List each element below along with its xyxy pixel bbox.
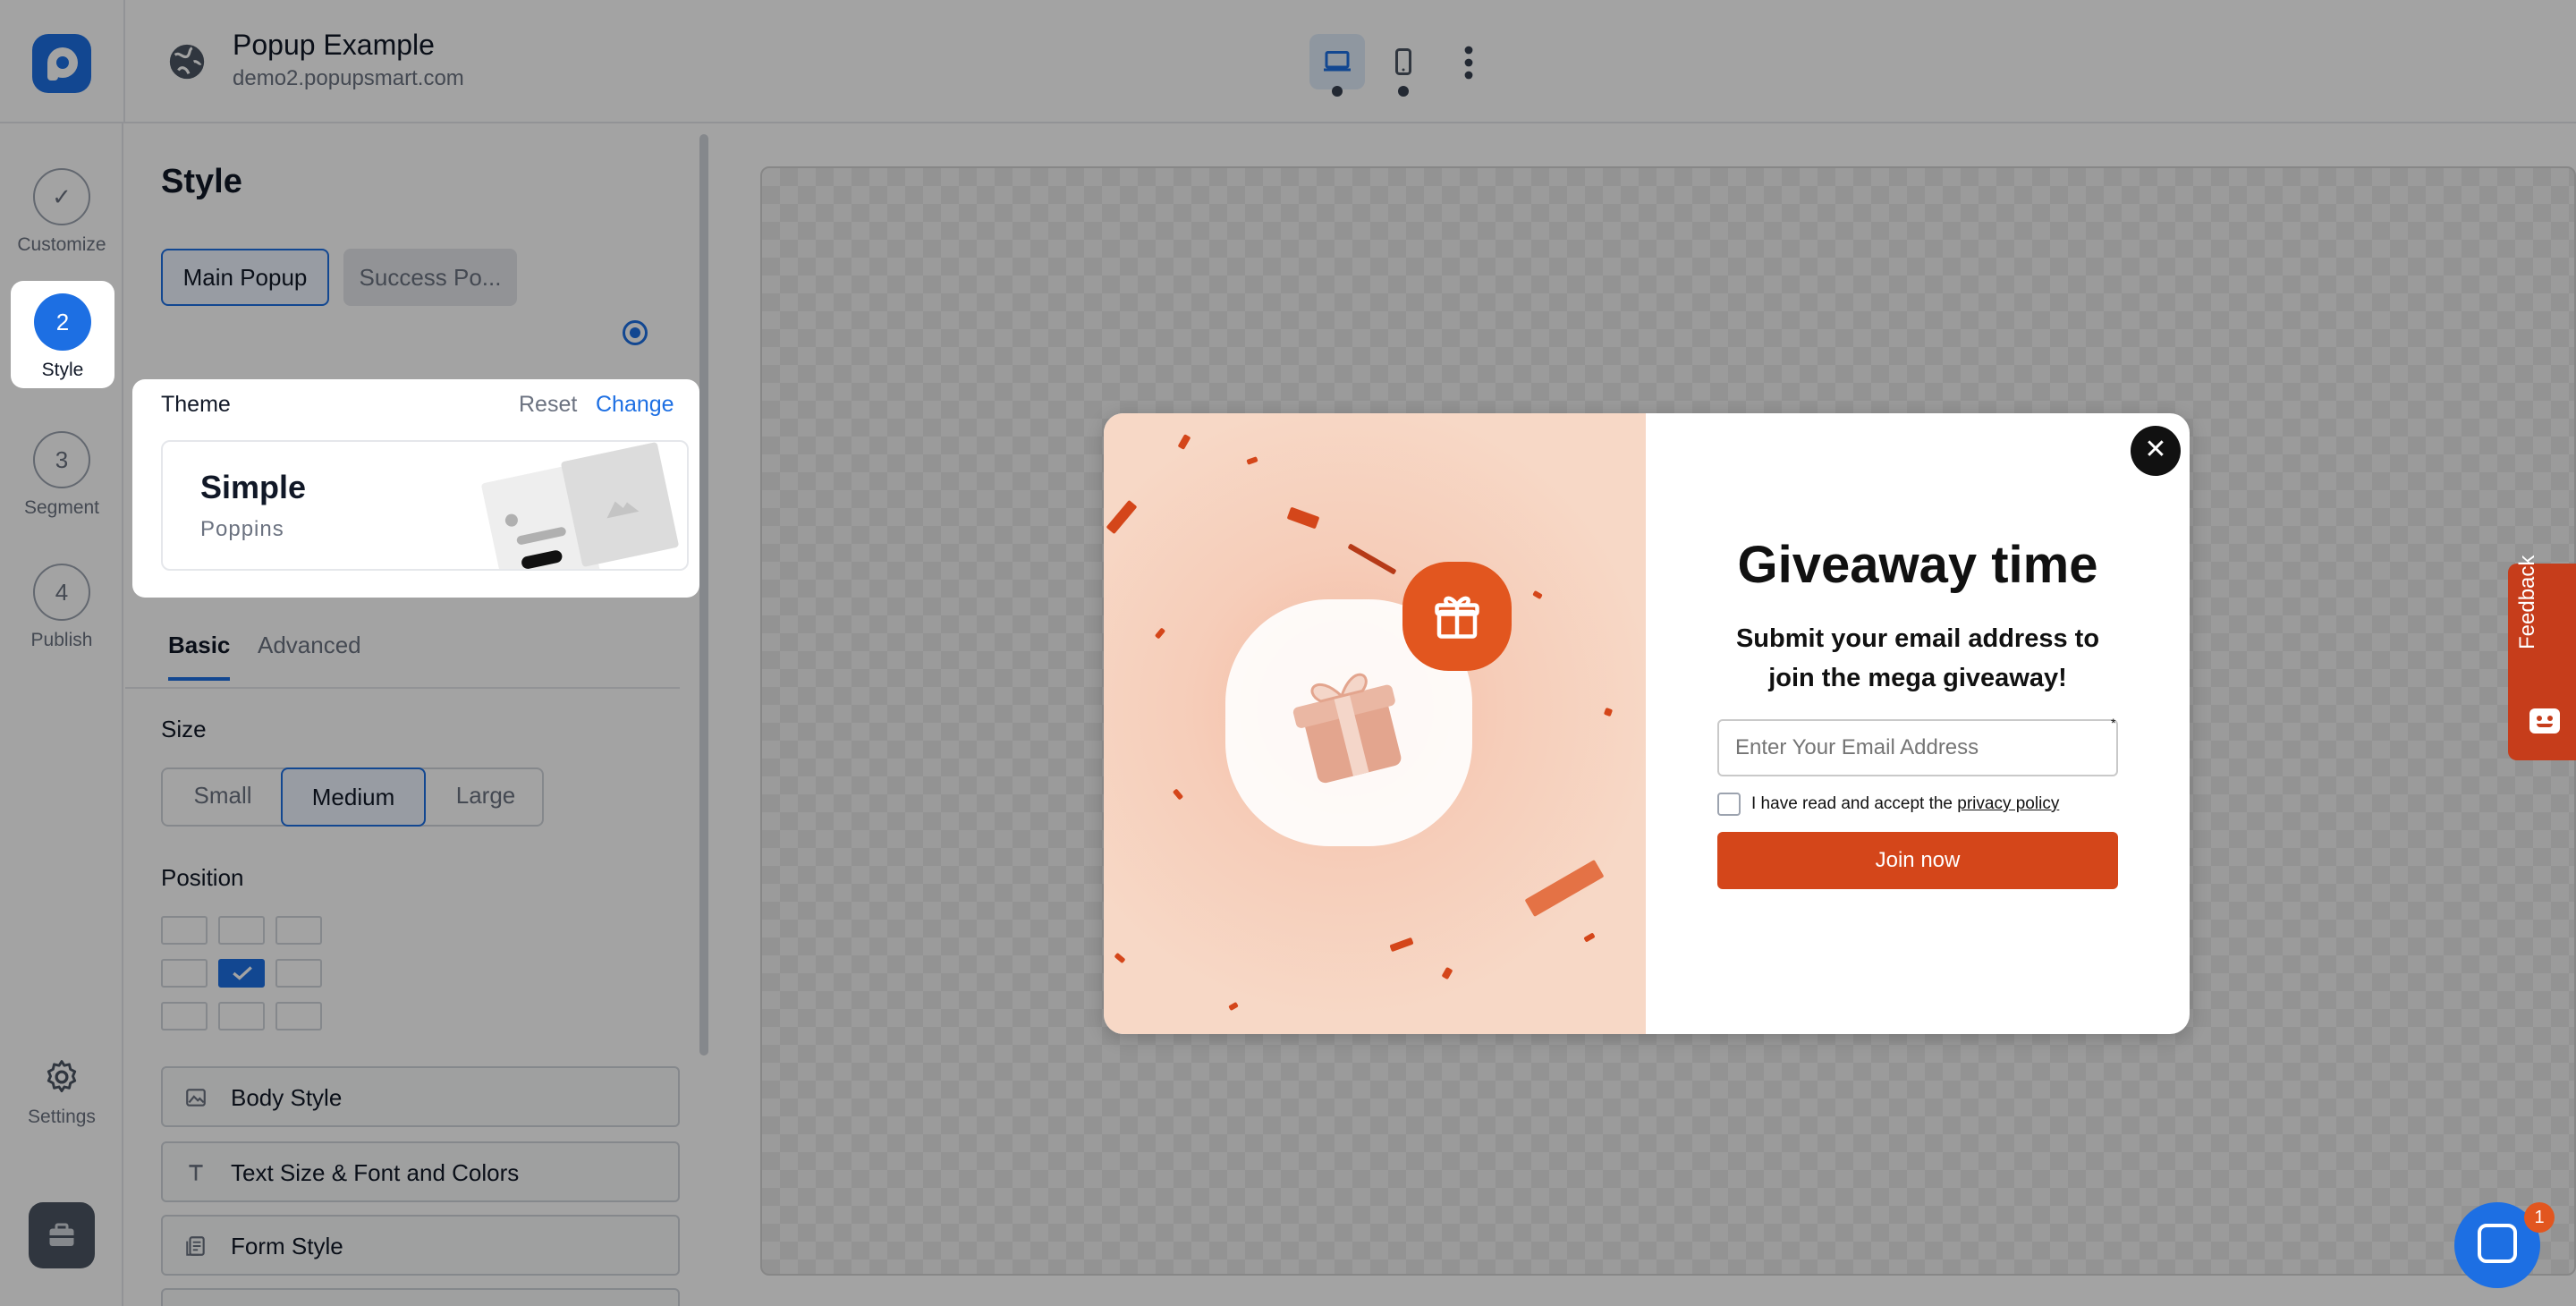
popup-preview[interactable]: ✕ Giveaway time Submit your email addres… — [1104, 413, 2190, 1034]
step-style-highlight[interactable]: 2 Style — [11, 281, 114, 388]
confetti — [1603, 707, 1614, 717]
theme-font: Poppins — [200, 517, 284, 541]
confetti — [1389, 937, 1414, 953]
privacy-consent-text: I have read and accept the privacy polic… — [1751, 794, 2059, 814]
theme-card: Theme Reset Change Simple Poppins — [132, 379, 699, 598]
confetti — [1106, 499, 1138, 535]
popup-description: Submit your email address to join the me… — [1735, 624, 2100, 692]
confetti — [1228, 1001, 1239, 1012]
chat-unread-badge: 1 — [2524, 1202, 2555, 1233]
gift-badge — [1402, 562, 1512, 671]
smile-icon — [2529, 708, 2560, 734]
confetti — [1154, 627, 1166, 640]
theme-reset-link[interactable]: Reset — [519, 392, 577, 418]
required-marker: * — [2111, 716, 2116, 730]
theme-preview[interactable]: Simple Poppins — [161, 440, 689, 571]
theme-name: Simple — [200, 469, 307, 505]
confetti — [1246, 456, 1258, 465]
mountain-icon — [606, 501, 640, 519]
confetti — [1347, 543, 1397, 575]
popup-headline: Giveaway time — [1737, 536, 2098, 594]
popup-email-input[interactable] — [1717, 719, 2118, 776]
popup-close-button[interactable]: ✕ — [2131, 426, 2181, 476]
step-label: Style — [41, 360, 84, 380]
feedback-tab[interactable]: Feedback — [2508, 555, 2576, 760]
confetti — [1524, 859, 1605, 918]
privacy-checkbox[interactable] — [1717, 793, 1741, 816]
confetti — [1177, 434, 1191, 450]
confetti — [1441, 966, 1453, 980]
chat-icon — [2478, 1224, 2517, 1263]
join-now-button[interactable]: Join now — [1717, 832, 2118, 889]
consent-text: I have read and accept the — [1751, 794, 1953, 813]
privacy-policy-link[interactable]: privacy policy — [1957, 794, 2059, 813]
gift-icon — [1435, 596, 1479, 639]
confetti — [1114, 952, 1126, 964]
theme-label: Theme — [161, 392, 231, 417]
popup-image — [1104, 413, 1646, 1034]
theme-change-link[interactable]: Change — [596, 392, 674, 418]
theme-thumbnail-image — [560, 442, 680, 568]
confetti — [1172, 788, 1184, 801]
confetti — [1532, 589, 1543, 600]
feedback-label: Feedback — [2515, 555, 2539, 649]
gift-box-illustration — [1292, 673, 1402, 784]
step-number: 2 — [34, 293, 91, 351]
confetti — [1583, 932, 1596, 943]
confetti — [1286, 506, 1320, 530]
